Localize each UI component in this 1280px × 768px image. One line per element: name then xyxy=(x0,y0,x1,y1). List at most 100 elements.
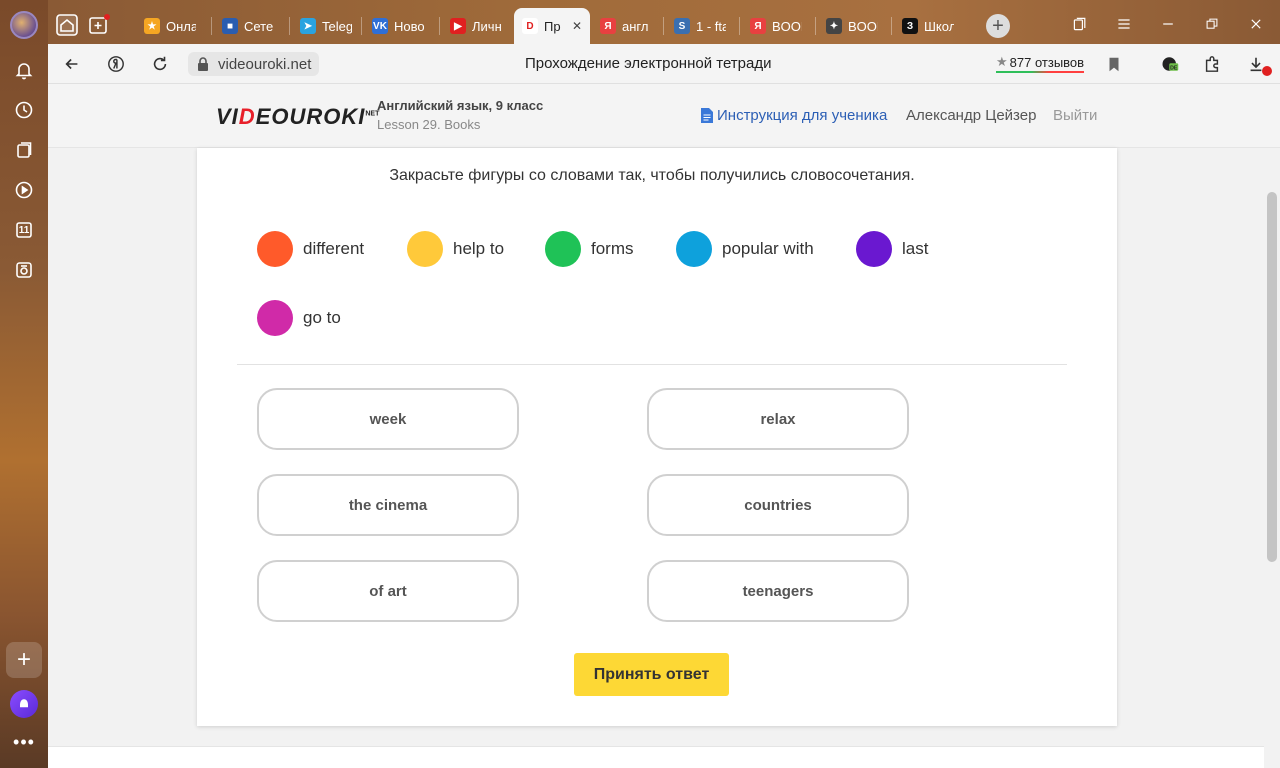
user-name[interactable]: Александр Цейзер xyxy=(906,107,1036,124)
browser-tab[interactable]: D Пр ✕ xyxy=(514,8,590,44)
new-tab-button[interactable]: + xyxy=(986,14,1010,38)
alice-assistant-icon[interactable] xyxy=(10,690,38,718)
browser-tab[interactable]: Я BOOK xyxy=(742,8,814,44)
tab-title: Новости xyxy=(394,18,424,34)
video-play-icon[interactable] xyxy=(9,175,39,205)
tab-title: Пр xyxy=(544,18,561,34)
tab-separator xyxy=(361,17,362,35)
restore-icon[interactable] xyxy=(1200,12,1224,36)
browser-sidebar: 11 + ••• xyxy=(0,0,48,768)
color-option-last[interactable]: last xyxy=(856,231,928,267)
color-option-help-to[interactable]: help to xyxy=(407,231,504,267)
color-option-forms[interactable]: forms xyxy=(545,231,634,267)
document-icon xyxy=(701,108,713,123)
browser-tab[interactable]: VK Новости xyxy=(364,8,438,44)
yandex-logo-icon[interactable] xyxy=(104,52,128,76)
tab-separator xyxy=(439,17,440,35)
videouroki-logo[interactable]: VIDEOUROKINET xyxy=(216,104,379,130)
tab-title: Личный xyxy=(472,18,502,34)
color-dot xyxy=(257,231,293,267)
tab-favicon-icon: ▶ xyxy=(450,18,466,34)
downloads-icon[interactable] xyxy=(1244,52,1272,76)
collections-icon[interactable] xyxy=(9,135,39,165)
history-icon[interactable] xyxy=(9,95,39,125)
student-instruction-link[interactable]: Инструкция для ученика xyxy=(701,107,887,124)
browser-tab[interactable]: ✦ BOOK xyxy=(818,8,890,44)
menu-icon[interactable] xyxy=(1112,12,1136,36)
screenshot-camera-icon[interactable] xyxy=(9,255,39,285)
extension-label: DE xyxy=(1170,66,1178,72)
tab-separator xyxy=(663,17,664,35)
more-dots-icon[interactable]: ••• xyxy=(10,732,38,752)
word-shape-of-art[interactable]: of art xyxy=(257,560,519,622)
home-icon[interactable] xyxy=(54,12,80,38)
tab-favicon-icon: S xyxy=(674,18,690,34)
color-dot xyxy=(545,231,581,267)
word-shape-teenagers[interactable]: teenagers xyxy=(647,560,909,622)
exercise-instruction: Закрасьте фигуры со словами так, чтобы п… xyxy=(389,167,915,184)
browser-tab[interactable]: ➤ Telegram xyxy=(292,8,360,44)
add-sidebar-panel-button[interactable]: + xyxy=(6,642,42,678)
color-option-different[interactable]: different xyxy=(257,231,364,267)
downloads-alert-badge xyxy=(1262,66,1272,76)
reload-icon[interactable] xyxy=(148,52,172,76)
browser-tab[interactable]: Яангл xyxy=(592,8,662,44)
new-tab-group-icon[interactable] xyxy=(86,12,112,38)
browser-tab[interactable]: ▶ Личный xyxy=(442,8,510,44)
site-reviews-badge[interactable]: ★ 877 отзывов xyxy=(996,54,1085,73)
tab-favicon-icon: VK xyxy=(372,18,388,34)
profile-avatar[interactable] xyxy=(10,11,38,39)
course-title: Английский язык, 9 класс xyxy=(377,98,544,113)
tab-title: Сетевой xyxy=(244,18,274,34)
site-header: VIDEOUROKINET Английский язык, 9 класс L… xyxy=(48,84,1280,148)
tab-manager-icon[interactable] xyxy=(1068,12,1092,36)
tab-favicon-icon: ✦ xyxy=(826,18,842,34)
tab-favicon-icon: З xyxy=(902,18,918,34)
section-divider xyxy=(237,364,1067,365)
browser-tab[interactable]: S 1 - fta xyxy=(666,8,738,44)
tab-title: англ xyxy=(622,18,649,34)
minimize-icon[interactable] xyxy=(1156,12,1180,36)
tab-favicon-icon: ➤ xyxy=(300,18,316,34)
extensions-icon[interactable] xyxy=(1200,52,1224,76)
page-title: Прохождение электронной тетради xyxy=(525,55,772,72)
tab-title: BOOK xyxy=(848,18,878,34)
color-option-label: go to xyxy=(303,308,341,327)
tab-title: 1 - fta xyxy=(696,18,726,34)
browser-tab-bar: ★ Онлайн ■ Сетевой ➤ Telegram VK Новости ▶ Личный… xyxy=(48,0,1280,44)
word-shape-the-cinema[interactable]: the cinema xyxy=(257,474,519,536)
tab-separator xyxy=(211,17,212,35)
exercise-card: Закрасьте фигуры со словами так, чтобы п… xyxy=(197,148,1117,726)
tab-title: BOOK xyxy=(772,18,802,34)
star-icon: ★ xyxy=(996,54,1008,69)
url-field[interactable]: videouroki.net xyxy=(188,52,320,76)
tab-favicon-icon: ★ xyxy=(144,18,160,34)
bell-icon[interactable] xyxy=(9,55,39,85)
tab-counter-icon[interactable]: 11 xyxy=(9,215,39,245)
tab-favicon-icon: Я xyxy=(750,18,766,34)
page-scrollbar[interactable] xyxy=(1264,148,1280,768)
back-arrow-icon[interactable] xyxy=(60,52,84,76)
word-shape-week[interactable]: week xyxy=(257,388,519,450)
tab-separator xyxy=(289,17,290,35)
tab-title: Онлайн xyxy=(166,18,196,34)
browser-tab[interactable]: З Школ xyxy=(894,8,966,44)
color-option-popular-with[interactable]: popular with xyxy=(676,231,814,267)
word-shape-countries[interactable]: countries xyxy=(647,474,909,536)
logout-link[interactable]: Выйти xyxy=(1053,107,1097,124)
close-tab-icon[interactable]: ✕ xyxy=(572,19,582,33)
tab-favicon-icon: Я xyxy=(600,18,616,34)
color-dot xyxy=(407,231,443,267)
bookmark-icon[interactable] xyxy=(1102,52,1126,76)
scrollbar-thumb[interactable] xyxy=(1267,192,1277,562)
lesson-title: Lesson 29. Books xyxy=(377,117,481,132)
tab-favicon-icon: ■ xyxy=(222,18,238,34)
translate-extension-icon[interactable]: DE xyxy=(1158,52,1182,76)
submit-answer-button[interactable]: Принять ответ xyxy=(574,653,729,696)
close-window-icon[interactable] xyxy=(1244,12,1268,36)
color-option-label: different xyxy=(303,239,365,258)
browser-tab[interactable]: ■ Сетевой xyxy=(214,8,288,44)
word-shape-relax[interactable]: relax xyxy=(647,388,909,450)
browser-tab[interactable]: ★ Онлайн xyxy=(136,8,210,44)
color-option-go-to[interactable]: go to xyxy=(257,300,341,336)
